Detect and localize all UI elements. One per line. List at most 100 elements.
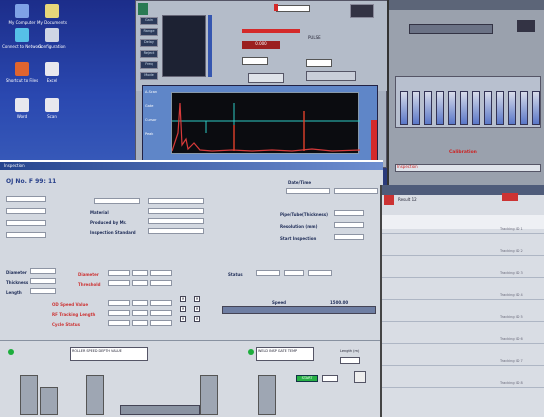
- left-param-field-2[interactable]: [30, 278, 56, 284]
- left-field-3[interactable]: [6, 220, 46, 226]
- produced-by-field[interactable]: [148, 218, 204, 224]
- grid-row-6[interactable]: Tracking ID 6: [500, 337, 523, 341]
- red-field-1a[interactable]: [108, 270, 130, 276]
- status-field-1[interactable]: [256, 270, 280, 276]
- counter-field[interactable]: [322, 375, 338, 382]
- header-field[interactable]: [276, 5, 310, 12]
- left-param-field-3[interactable]: [30, 288, 56, 294]
- lower-field-1a[interactable]: [108, 300, 130, 306]
- lower-field-1c[interactable]: [150, 300, 172, 306]
- channel-10[interactable]: [508, 91, 516, 125]
- value-field[interactable]: [242, 57, 268, 65]
- channel-7[interactable]: [472, 91, 480, 125]
- channel-5[interactable]: [448, 91, 456, 125]
- range-button[interactable]: Range: [140, 28, 158, 36]
- scope-btn-1[interactable]: A-Scan: [145, 90, 157, 94]
- pipe-thickness-label: Pipe/Tube(Thickness): [280, 212, 329, 217]
- channel-6[interactable]: [460, 91, 468, 125]
- desktop-icon-excel[interactable]: Excel: [32, 62, 72, 83]
- level-slider[interactable]: [208, 15, 212, 77]
- checkbox-4[interactable]: ✕: [194, 306, 200, 312]
- grid-row-8[interactable]: Tracking ID 8: [500, 381, 523, 385]
- desktop-icon-my-documents[interactable]: My Documents: [32, 4, 72, 25]
- checkbox-3[interactable]: ✕: [180, 306, 186, 312]
- reject-button[interactable]: Reject: [140, 50, 158, 58]
- checkbox-6[interactable]: ✕: [194, 316, 200, 322]
- roller-station-1: [20, 375, 38, 415]
- lower-field-2a[interactable]: [108, 310, 130, 316]
- channel-8[interactable]: [484, 91, 492, 125]
- left-field-2[interactable]: [6, 208, 46, 214]
- channel-11[interactable]: [520, 91, 528, 125]
- desktop-icon-configuration[interactable]: Configuration: [32, 28, 72, 49]
- mini-tools[interactable]: [248, 73, 284, 83]
- red-field-1c[interactable]: [150, 270, 172, 276]
- channel-12[interactable]: [532, 91, 540, 125]
- form-title: Inspection: [4, 163, 25, 168]
- delay-button[interactable]: Delay: [140, 39, 158, 47]
- red-field-2b[interactable]: [132, 280, 148, 286]
- freq-button[interactable]: Freq: [140, 61, 158, 69]
- channel-4[interactable]: [436, 91, 444, 125]
- desktop-icon-scan[interactable]: Scan: [32, 98, 72, 119]
- scope-btn-2[interactable]: Gate: [145, 104, 153, 108]
- channel-2[interactable]: [412, 91, 420, 125]
- left-field-4[interactable]: [6, 232, 46, 238]
- checkbox-1[interactable]: ✕: [180, 296, 186, 302]
- length-field[interactable]: [340, 357, 360, 364]
- status-field-2[interactable]: [284, 270, 304, 276]
- material-field[interactable]: [148, 208, 204, 214]
- value-field-2[interactable]: [306, 59, 332, 67]
- indicator-red: [274, 4, 278, 11]
- ascan-plot[interactable]: [171, 92, 361, 154]
- length-label: Length (m): [340, 349, 360, 353]
- grid-red-button[interactable]: [502, 193, 518, 201]
- standard-field[interactable]: [148, 228, 204, 234]
- speed-progress-bar: [222, 306, 376, 314]
- lower-field-1b[interactable]: [132, 300, 148, 306]
- mid-top-field[interactable]: [94, 198, 140, 204]
- tool-icons[interactable]: [306, 71, 356, 81]
- lower-field-3a[interactable]: [108, 320, 130, 326]
- pipe-thickness-field[interactable]: [334, 210, 364, 216]
- datetime-label: Date/Time: [288, 180, 312, 185]
- gain-button[interactable]: Gain: [140, 17, 158, 25]
- start-inspection-label: Start Inspection: [280, 236, 317, 241]
- start-inspection-field[interactable]: [334, 234, 364, 240]
- resolution-field[interactable]: [334, 222, 364, 228]
- mid-field-0[interactable]: [148, 198, 204, 204]
- probe-icon[interactable]: [350, 4, 374, 18]
- left-field-1[interactable]: [6, 196, 46, 202]
- red-field-1b[interactable]: [132, 270, 148, 276]
- edit-icon[interactable]: [354, 371, 366, 383]
- channel-1[interactable]: [400, 91, 408, 125]
- time-field[interactable]: [334, 188, 378, 194]
- panel-icon[interactable]: [517, 20, 535, 32]
- red-field-2a[interactable]: [108, 280, 130, 286]
- lower-field-2c[interactable]: [150, 310, 172, 316]
- grid-row-3[interactable]: Tracking ID 3: [500, 271, 523, 275]
- checkbox-5[interactable]: ✕: [180, 316, 186, 322]
- lower-field-3b[interactable]: [132, 320, 148, 326]
- grid-row-5[interactable]: Tracking ID 5: [500, 315, 523, 319]
- grid-row-1[interactable]: Tracking ID 1: [500, 227, 523, 231]
- channel-9[interactable]: [496, 91, 504, 125]
- lower-field-3c[interactable]: [150, 320, 172, 326]
- channel-3[interactable]: [424, 91, 432, 125]
- checkbox-2[interactable]: ✕: [194, 296, 200, 302]
- red-field-2c[interactable]: [150, 280, 172, 286]
- status-field-3[interactable]: [308, 270, 332, 276]
- start-button[interactable]: START: [296, 375, 318, 382]
- date-field[interactable]: [286, 188, 330, 194]
- produced-by-label: Produced by Mr.: [90, 220, 127, 225]
- scope-btn-4[interactable]: Peak: [145, 132, 153, 136]
- grid-row-4[interactable]: Tracking ID 4: [500, 293, 523, 297]
- grid-row-7[interactable]: Tracking ID 7: [500, 359, 523, 363]
- scope-btn-3[interactable]: Cursor: [145, 118, 157, 122]
- left-param-field-1[interactable]: [30, 268, 56, 274]
- process-info-box-2: WELD INSP GATE TEMP: [256, 347, 314, 361]
- mode-button[interactable]: Mode: [140, 72, 158, 80]
- lower-field-2b[interactable]: [132, 310, 148, 316]
- lower-red-label-3: Cycle Status: [52, 322, 81, 327]
- grid-row-2[interactable]: Tracking ID 2: [500, 249, 523, 253]
